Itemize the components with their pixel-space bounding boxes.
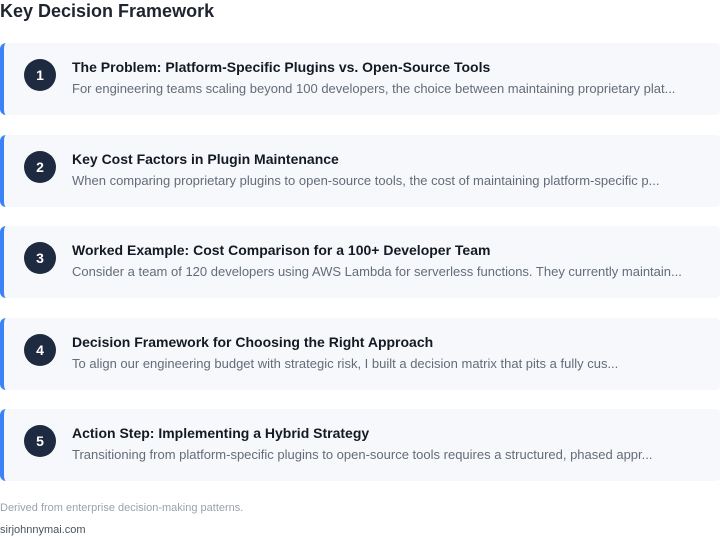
step-title: Decision Framework for Choosing the Righ… xyxy=(72,333,434,350)
step-number-badge: 3 xyxy=(24,242,56,274)
step-card-2: 2 Key Cost Factors in Plugin Maintenance… xyxy=(0,134,720,207)
step-number-badge: 2 xyxy=(24,150,56,183)
step-card-1: 1 The Problem: Platform-Specific Plugins… xyxy=(0,43,720,115)
step-card-5: 5 Action Step: Implementing a Hybrid Str… xyxy=(0,409,720,481)
step-card-4: 4 Decision Framework for Choosing the Ri… xyxy=(0,317,720,390)
step-title: Key Cost Factors in Plugin Maintenance xyxy=(72,150,339,167)
step-excerpt: Transitioning from platform-specific plu… xyxy=(72,447,653,462)
page-title: Key Decision Framework xyxy=(0,1,215,21)
step-number-badge: 5 xyxy=(24,425,56,457)
step-title: The Problem: Platform-Specific Plugins v… xyxy=(72,59,491,75)
source-note: Derived from enterprise decision-making … xyxy=(0,502,244,514)
step-number-badge: 1 xyxy=(24,59,56,91)
step-list: 1 The Problem: Platform-Specific Plugins… xyxy=(0,43,720,501)
step-excerpt: For engineering teams scaling beyond 100… xyxy=(72,81,676,96)
step-title: Worked Example: Cost Comparison for a 10… xyxy=(72,242,491,258)
site-credit: sirjohnnymai.com xyxy=(0,524,86,536)
step-excerpt: When comparing proprietary plugins to op… xyxy=(72,172,660,188)
step-number-badge: 4 xyxy=(24,333,56,366)
step-title: Action Step: Implementing a Hybrid Strat… xyxy=(72,425,370,441)
step-excerpt: Consider a team of 120 developers using … xyxy=(72,264,682,279)
step-excerpt: To align our engineering budget with str… xyxy=(72,355,619,371)
step-card-3: 3 Worked Example: Cost Comparison for a … xyxy=(0,226,720,298)
